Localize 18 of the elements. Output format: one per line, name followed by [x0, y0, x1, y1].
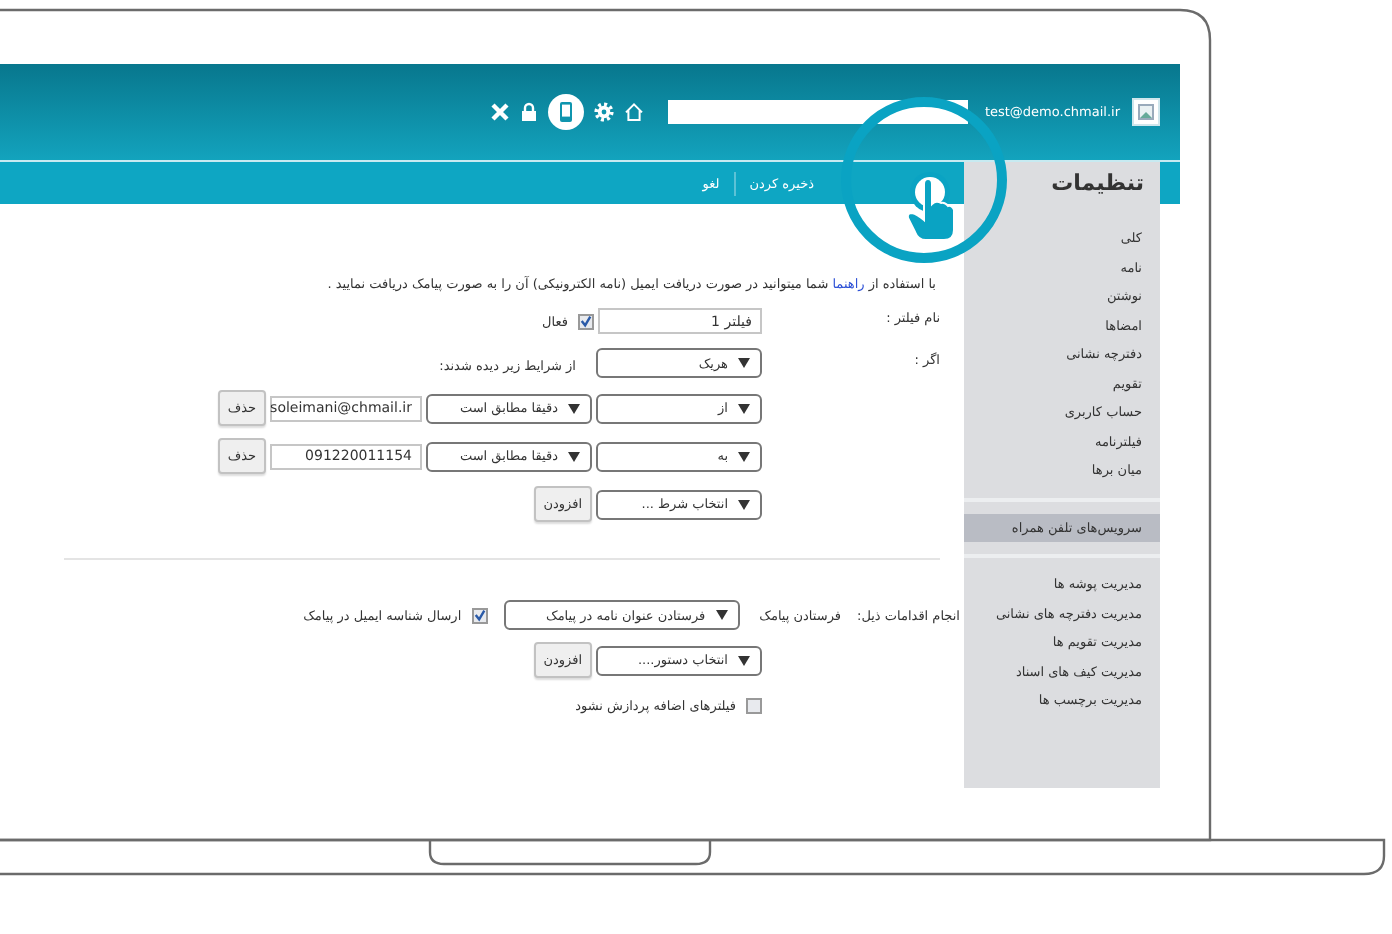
caret-icon	[568, 451, 580, 461]
caret-icon	[738, 451, 750, 461]
settings-title: تنظیمات	[964, 162, 1160, 204]
checkbox[interactable]	[746, 697, 762, 713]
broken-image-icon	[1132, 98, 1160, 126]
caret-icon	[738, 655, 750, 665]
settings-icon[interactable]	[594, 102, 615, 122]
home-icon[interactable]	[624, 102, 645, 122]
checkbox[interactable]	[578, 313, 594, 329]
close-icon[interactable]	[490, 102, 511, 122]
checkbox[interactable]	[471, 607, 488, 623]
mobile-phone-icon[interactable]	[548, 94, 585, 130]
caret-icon	[738, 499, 750, 509]
lock-icon[interactable]	[520, 102, 539, 122]
caret-icon	[715, 610, 728, 620]
caret-icon	[568, 403, 580, 413]
caret-icon	[738, 403, 750, 413]
caret-icon	[738, 358, 750, 368]
